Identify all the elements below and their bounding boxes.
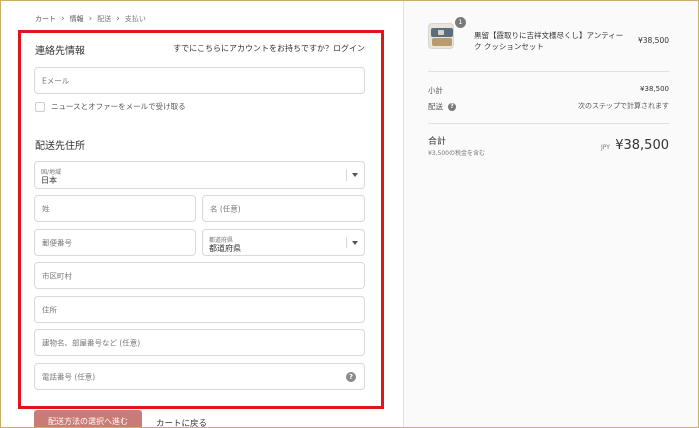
first-name-field[interactable]: 名 (任意) xyxy=(202,195,365,222)
thumbnail-shape xyxy=(438,30,444,35)
login-prompt: すでにこちらにアカウントをお持ちですか？ログイン xyxy=(173,43,365,54)
currency-code: JPY xyxy=(601,144,610,151)
login-prompt-text: すでにこちらにアカウントをお持ちですか？ xyxy=(173,44,333,53)
breadcrumb-information: 情報 xyxy=(69,15,84,23)
address-field[interactable]: 住所 xyxy=(34,296,365,323)
breadcrumb-shipping: 配送 xyxy=(97,15,112,23)
shipping-value: 次のステップで計算されます xyxy=(578,102,669,110)
newsletter-option[interactable]: ニュースとオファーをメールで受け取る xyxy=(35,101,186,112)
shipping-section-title: 配送先住所 xyxy=(35,141,85,152)
product-thumbnail xyxy=(428,23,454,49)
subtotal-value: ¥38,500 xyxy=(640,85,669,93)
return-to-cart-link[interactable]: カートに戻る xyxy=(156,417,207,428)
chevron-down-icon xyxy=(352,173,358,177)
newsletter-checkbox[interactable] xyxy=(35,101,45,112)
email-placeholder: Eメール xyxy=(42,76,70,85)
order-summary xyxy=(403,0,699,428)
phone-field[interactable]: 電話番号 (任意) ? xyxy=(34,363,365,390)
building-field[interactable]: 建物名、部屋番号など (任意) xyxy=(34,329,365,356)
help-icon[interactable]: ? xyxy=(346,371,356,382)
phone-placeholder: 電話番号 (任意) xyxy=(42,372,96,381)
breadcrumb-separator: › xyxy=(116,13,120,24)
help-icon[interactable]: ? xyxy=(448,102,456,111)
country-select[interactable]: 国/地域 日本 xyxy=(34,161,365,189)
building-placeholder: 建物名、部屋番号など (任意) xyxy=(42,338,141,347)
total-value: ¥38,500 xyxy=(615,138,669,153)
checkout-main: カート › 情報 › 配送 › 支払い 連絡先情報 すでにこちらにアカウントをお… xyxy=(0,0,403,428)
summary-divider xyxy=(428,71,669,72)
select-divider xyxy=(346,237,347,248)
last-name-field[interactable]: 姓 xyxy=(34,195,196,222)
tax-note: ¥3,500の税金を含む xyxy=(428,150,485,157)
address-placeholder: 住所 xyxy=(42,305,57,314)
total-label: 合計 xyxy=(428,137,447,147)
subtotal-label: 小計 xyxy=(428,86,443,95)
prefecture-value: 都道府県 xyxy=(209,244,241,253)
shipping-row: 配送 ? xyxy=(428,101,456,112)
thumbnail-shape xyxy=(432,38,452,46)
email-field[interactable]: Eメール xyxy=(34,67,365,94)
last-name-placeholder: 姓 xyxy=(42,204,50,213)
postal-code-placeholder: 郵便番号 xyxy=(42,238,72,247)
breadcrumb-separator: › xyxy=(88,13,93,24)
breadcrumb-separator: › xyxy=(61,13,65,24)
product-name: 黒留【霞取りに吉祥文様尽くし】アンティーク クッションセット xyxy=(474,31,624,51)
quantity-badge: 1 xyxy=(455,17,466,28)
select-divider xyxy=(346,169,347,181)
chevron-down-icon xyxy=(352,240,358,245)
country-value: 日本 xyxy=(41,176,57,185)
product-price: ¥38,500 xyxy=(637,36,669,45)
newsletter-label: ニュースとオファーをメールで受け取る xyxy=(51,102,186,111)
shipping-label: 配送 xyxy=(428,102,443,111)
continue-to-shipping-button[interactable]: 配送方法の選択へ進む xyxy=(34,410,142,428)
summary-divider xyxy=(428,123,669,124)
contact-section-title: 連絡先情報 xyxy=(35,46,85,57)
first-name-placeholder: 名 (任意) xyxy=(210,204,241,213)
city-placeholder: 市区町村 xyxy=(42,271,72,280)
login-link[interactable]: ログイン xyxy=(333,44,365,53)
breadcrumb: カート › 情報 › 配送 › 支払い xyxy=(35,14,146,24)
city-field[interactable]: 市区町村 xyxy=(34,262,365,289)
postal-code-field[interactable]: 郵便番号 xyxy=(34,229,196,256)
prefecture-select[interactable]: 都道府県 都道府県 xyxy=(202,229,365,256)
breadcrumb-payment: 支払い xyxy=(124,15,146,23)
breadcrumb-cart[interactable]: カート xyxy=(35,14,56,24)
